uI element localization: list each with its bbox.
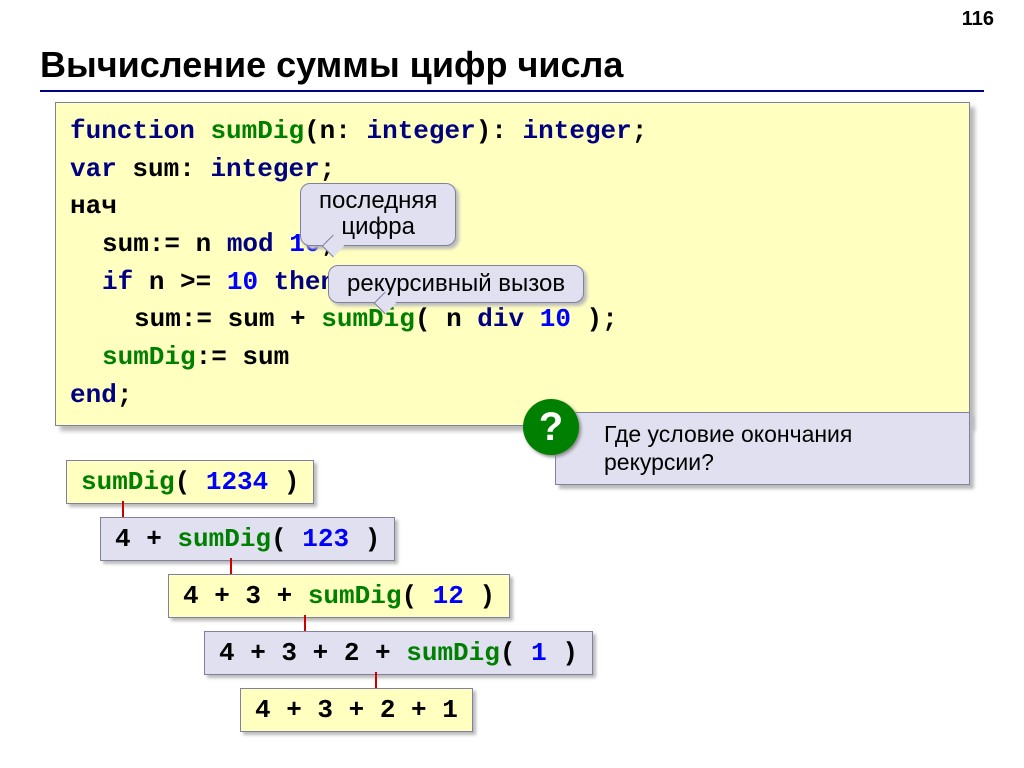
txt: ):	[476, 116, 507, 146]
step-5: 4 + 3 + 2 + 1	[240, 688, 473, 732]
kw-end: end	[70, 380, 117, 410]
txt: )	[284, 467, 300, 497]
num: 123	[302, 524, 349, 554]
code-block: function sumDig(n: integer): integer; va…	[55, 102, 970, 426]
code-line-3: нач	[70, 188, 955, 226]
fn-name: sumDig	[308, 581, 402, 611]
page-number: 116	[962, 8, 994, 31]
question-box: Где условие окончания рекурсии?	[555, 412, 970, 485]
kw-then: then	[274, 267, 336, 297]
kw-div: div	[477, 304, 524, 334]
callout-recursive-call: рекурсивный вызов	[328, 265, 584, 303]
kw-integer: integer	[366, 116, 475, 146]
kw-function: function	[70, 116, 195, 146]
txt: sum:= n	[102, 229, 211, 259]
fn-name: sumDig	[81, 467, 175, 497]
txt: 4 + 3 + 2 + 1	[255, 695, 458, 725]
title-underline	[40, 90, 984, 92]
txt: sum:= sum +	[134, 304, 306, 334]
txt: )	[562, 638, 578, 668]
txt: ;	[117, 380, 133, 410]
fn-name: sumDig	[102, 342, 196, 372]
kw-integer: integer	[210, 154, 319, 184]
num: 1	[531, 638, 547, 668]
question-mark-icon: ?	[523, 399, 579, 455]
txt: n >=	[149, 267, 211, 297]
step-3: 4 + 3 + sumDig( 12 )	[168, 574, 510, 618]
code-line-1: function sumDig(n: integer): integer;	[70, 113, 955, 151]
txt: 4 + 3 +	[183, 581, 292, 611]
callout-text: рекурсивный вызов	[347, 270, 565, 297]
question-text: Где условие окончания	[604, 421, 852, 447]
txt: 4 + 3 + 2 +	[219, 638, 391, 668]
txt: )	[480, 581, 496, 611]
num: 10	[227, 267, 258, 297]
txt: )	[365, 524, 381, 554]
txt: 4 +	[115, 524, 162, 554]
txt: := sum	[196, 342, 290, 372]
question-text: рекурсии?	[604, 449, 714, 475]
txt: (	[401, 581, 417, 611]
code-line-6: sum:= sum + sumDig( n div 10 );	[70, 301, 955, 339]
txt: ( n	[415, 304, 462, 334]
txt: ;	[320, 154, 336, 184]
callout-last-digit: последняя цифра	[300, 183, 456, 246]
callout-text: цифра	[341, 213, 415, 240]
txt: нач	[70, 191, 117, 221]
kw-integer: integer	[523, 116, 632, 146]
num: 10	[540, 304, 571, 334]
num: 1234	[206, 467, 268, 497]
code-line-2: var sum: integer;	[70, 151, 955, 189]
step-4: 4 + 3 + 2 + sumDig( 1 )	[204, 631, 593, 675]
code-line-7: sumDig:= sum	[70, 339, 955, 377]
fn-name: sumDig	[406, 638, 500, 668]
fn-name: sumDig	[210, 116, 304, 146]
question-mark: ?	[539, 405, 563, 450]
code-line-4: sum:= n mod 10;	[70, 226, 955, 264]
txt: ;	[632, 116, 648, 146]
step-2: 4 + sumDig( 123 )	[100, 517, 395, 561]
txt: (	[500, 638, 516, 668]
page-title: Вычисление суммы цифр числа	[40, 44, 623, 86]
callout-text: последняя	[319, 187, 437, 214]
kw-mod: mod	[227, 229, 274, 259]
txt: );	[587, 304, 618, 334]
txt: sum:	[132, 154, 194, 184]
kw-if: if	[102, 267, 133, 297]
step-1: sumDig( 1234 )	[66, 460, 314, 504]
fn-name: sumDig	[321, 304, 415, 334]
txt: (	[175, 467, 191, 497]
fn-name: sumDig	[177, 524, 271, 554]
code-line-8: end;	[70, 377, 955, 415]
kw-var: var	[70, 154, 117, 184]
txt: (n:	[304, 116, 351, 146]
txt: (	[271, 524, 287, 554]
num: 12	[433, 581, 464, 611]
